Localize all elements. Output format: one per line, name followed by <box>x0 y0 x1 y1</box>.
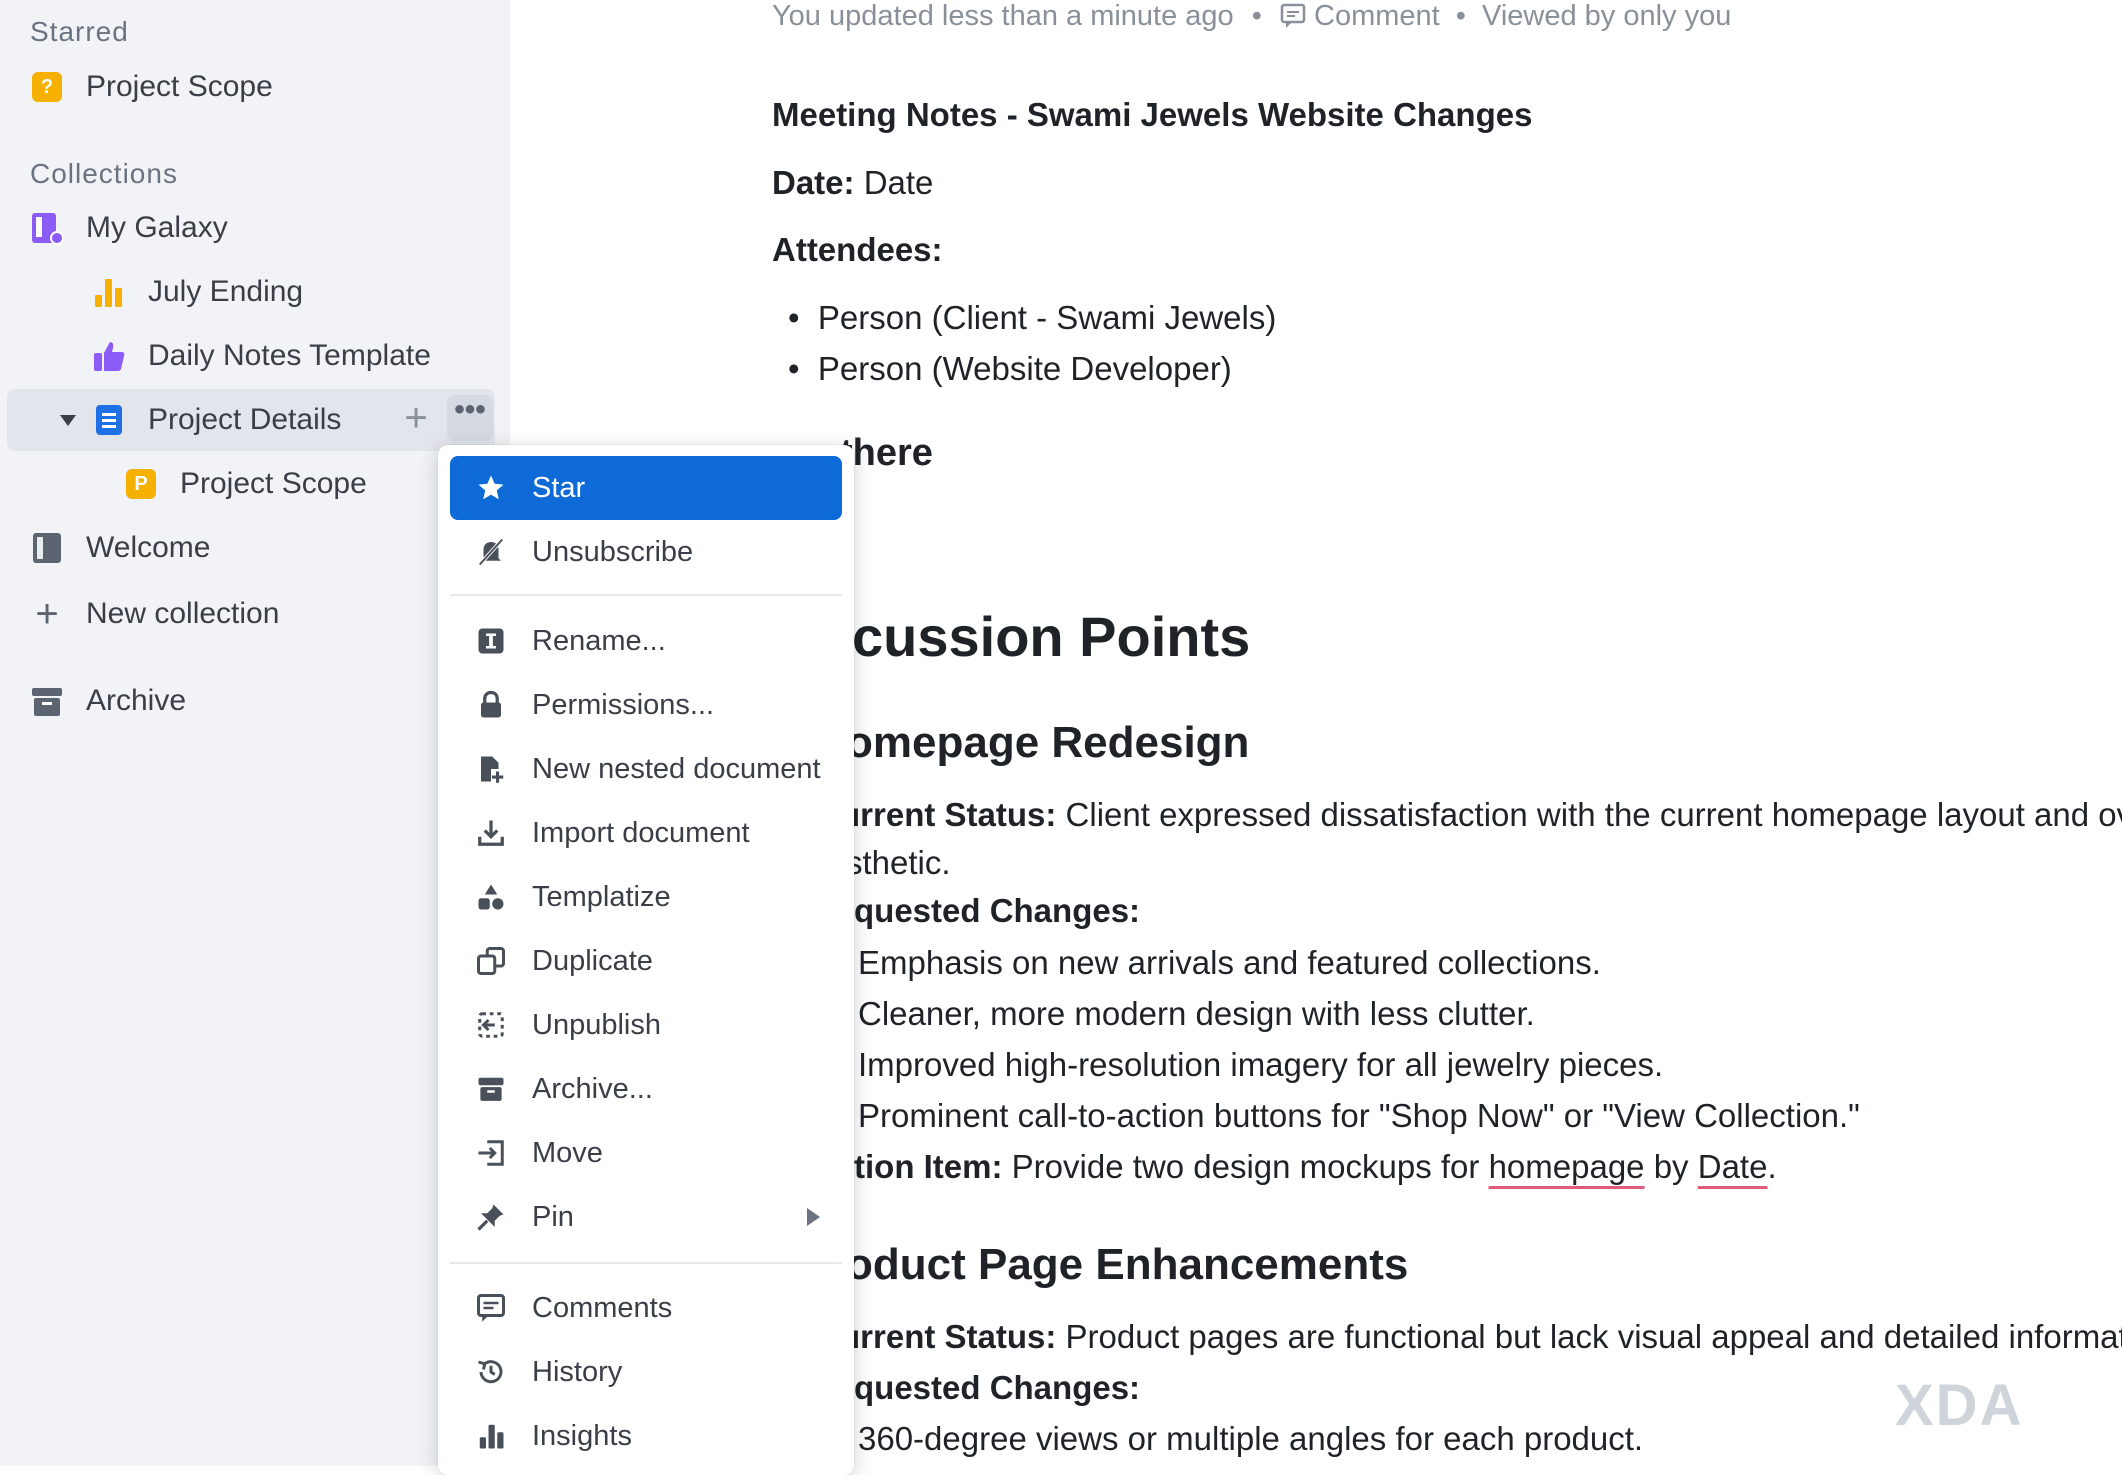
lock-icon <box>474 688 508 722</box>
row-actions: + ••• <box>395 395 493 441</box>
changes-label: quested Changes: <box>854 1369 1141 1406</box>
pin-icon <box>474 1200 508 1234</box>
paragraph-cont: sthetic. <box>846 844 951 881</box>
doc-badge-icon: ? <box>30 70 64 104</box>
sidebar-item-label: My Galaxy <box>86 211 228 244</box>
sidebar-item-label: Daily Notes Template <box>148 339 431 372</box>
sidebar-item-label: Project Scope <box>180 467 367 500</box>
menu-item-pin[interactable]: Pin <box>450 1185 842 1249</box>
history-icon <box>474 1355 508 1389</box>
caret-down-icon[interactable] <box>60 414 76 426</box>
date-line: Date: Date <box>772 164 934 201</box>
more-options-button[interactable]: ••• <box>447 395 493 441</box>
sidebar-item-daily-notes-template[interactable]: Daily Notes Template <box>92 326 431 386</box>
doc-meta: You updated less than a minute ago • Com… <box>772 0 1731 33</box>
sidebar-item-my-galaxy[interactable]: My Galaxy <box>30 198 228 258</box>
menu-item-permissions[interactable]: Permissions... <box>450 673 842 737</box>
duplicate-icon <box>474 944 508 978</box>
sidebar-item-starred-project-scope[interactable]: ? Project Scope <box>30 57 273 117</box>
subheading-product: oduct Page Enhancements <box>846 1240 1409 1289</box>
add-icon[interactable]: + <box>395 397 437 439</box>
menu-item-duplicate[interactable]: Duplicate <box>450 929 842 993</box>
submenu-arrow-icon <box>807 1208 820 1226</box>
unpublish-icon <box>474 1008 508 1042</box>
menu-item-archive[interactable]: Archive... <box>450 1057 842 1121</box>
paragraph: urrent Status: Client expressed dissatis… <box>840 796 2122 833</box>
doc-title: Meeting Notes - Swami Jewels Website Cha… <box>772 96 1533 133</box>
watermark-logo: XDA <box>1895 1373 2024 1438</box>
move-icon <box>474 1136 508 1170</box>
attendees-label: Attendees: <box>772 231 943 268</box>
sidebar-item-july-ending[interactable]: July Ending <box>92 262 303 322</box>
updated-text: You updated less than a minute ago <box>772 0 1234 32</box>
subheading-homepage: omepage Redesign <box>846 718 1250 767</box>
section-heading: cussion Points <box>852 605 1251 668</box>
new-collection-button[interactable]: + New collection <box>30 584 279 644</box>
sidebar-item-project-scope[interactable]: P Project Scope <box>124 454 367 514</box>
insights-icon <box>474 1419 508 1453</box>
sidebar-item-project-details[interactable]: Project Details <box>60 390 341 450</box>
menu-item-unpublish[interactable]: Unpublish <box>450 993 842 1057</box>
collection-icon <box>30 211 64 245</box>
sidebar-item-label: July Ending <box>148 275 304 308</box>
homepage-link[interactable]: homepage <box>1489 1148 1645 1185</box>
changes-label: quested Changes: <box>854 892 1141 929</box>
list-item: 360-degree views or multiple angles for … <box>858 1420 1644 1457</box>
thumbs-up-icon <box>92 339 126 373</box>
list-item: Emphasis on new arrivals and featured co… <box>858 944 1601 981</box>
book-icon <box>30 531 64 565</box>
menu-item-insights[interactable]: Insights <box>450 1404 842 1468</box>
archive-icon <box>30 684 64 718</box>
date-mention[interactable]: Date <box>1698 1148 1768 1185</box>
comment-link[interactable]: Comment <box>1280 0 1448 32</box>
paragraph: urrent Status: Product pages are functio… <box>840 1318 2122 1355</box>
sidebar-item-archive[interactable]: Archive <box>30 671 186 731</box>
plus-icon: + <box>35 591 59 636</box>
meta-dot: • <box>1251 0 1262 32</box>
archive-icon <box>474 1072 508 1106</box>
sidebar-item-label: Project Scope <box>86 70 273 103</box>
star-icon <box>474 471 508 505</box>
document-icon <box>92 403 126 437</box>
bar-chart-icon <box>92 275 126 309</box>
bell-off-icon <box>474 535 508 569</box>
comment-icon <box>1280 3 1306 28</box>
list-item: • Person (Website Developer) <box>788 350 1232 387</box>
starred-heading: Starred <box>30 16 129 47</box>
sidebar-item-label: Project Details <box>148 403 342 436</box>
menu-item-move[interactable]: Move <box>450 1121 842 1185</box>
new-collection-label: New collection <box>86 597 280 630</box>
list-item: Cleaner, more modern design with less cl… <box>858 995 1535 1032</box>
doc-badge-icon: P <box>124 467 158 501</box>
viewed-text: Viewed by only you <box>1482 0 1732 32</box>
menu-item-import-document[interactable]: Import document <box>450 801 842 865</box>
menu-item-history[interactable]: History <box>450 1340 842 1404</box>
menu-divider <box>450 1262 842 1264</box>
meta-dot: • <box>1455 0 1466 32</box>
sidebar-item-welcome[interactable]: Welcome <box>30 518 210 578</box>
action-item: tion Item: Provide two design mockups fo… <box>854 1148 1777 1185</box>
menu-item-comments[interactable]: Comments <box>450 1276 842 1340</box>
shapes-icon <box>474 880 508 914</box>
menu-item-rename[interactable]: Rename... <box>450 609 842 673</box>
context-menu: Star Unsubscribe Rename... Permissions..… <box>438 445 854 1475</box>
menu-item-new-nested-document[interactable]: New nested document <box>450 737 842 801</box>
menu-item-unsubscribe[interactable]: Unsubscribe <box>450 520 842 584</box>
menu-divider <box>450 594 842 596</box>
list-item: Improved high-resolution imagery for all… <box>858 1046 1664 1083</box>
menu-item-star[interactable]: Star <box>450 456 842 520</box>
sidebar: Starred ? Project Scope Collections My G… <box>0 0 510 1466</box>
rename-icon <box>474 624 508 658</box>
comment-icon <box>474 1291 508 1325</box>
menu-item-templatize[interactable]: Templatize <box>450 865 842 929</box>
list-item: • Person (Client - Swami Jewels) <box>788 299 1277 336</box>
collections-heading: Collections <box>30 158 178 189</box>
list-item: Prominent call-to-action buttons for "Sh… <box>858 1097 1860 1134</box>
sidebar-item-label: Welcome <box>86 531 211 564</box>
import-icon <box>474 816 508 850</box>
sidebar-item-label: Archive <box>86 684 187 717</box>
new-doc-icon <box>474 752 508 786</box>
